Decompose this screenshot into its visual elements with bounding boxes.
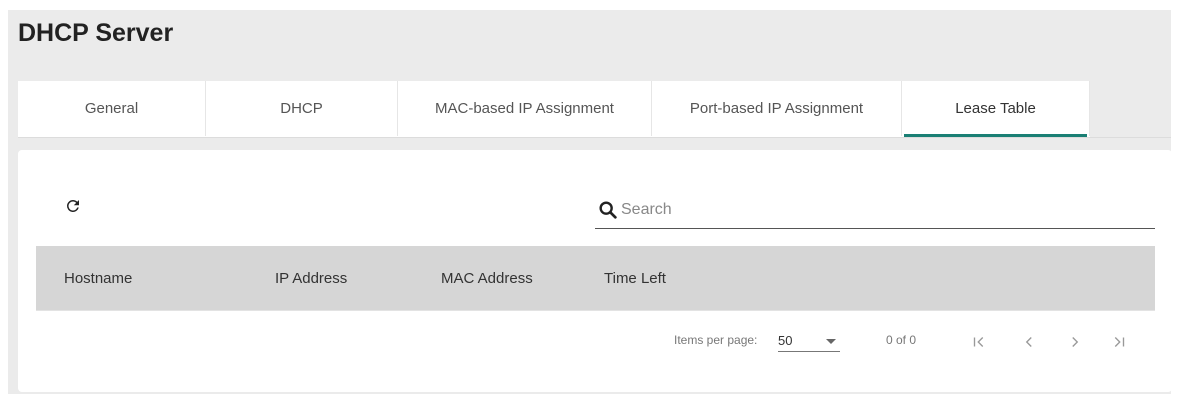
column-header-time-left[interactable]: Time Left bbox=[604, 270, 666, 287]
tabs-divider bbox=[1090, 137, 1171, 138]
tab-label: MAC-based IP Assignment bbox=[435, 100, 614, 117]
search-input[interactable] bbox=[621, 196, 1141, 224]
tab-lease-table[interactable]: Lease Table bbox=[902, 81, 1090, 137]
page-title: DHCP Server bbox=[18, 19, 174, 47]
first-page-icon bbox=[973, 337, 984, 347]
dropdown-arrow-icon bbox=[826, 339, 836, 344]
page-range-label: 0 of 0 bbox=[886, 333, 917, 347]
tab-label: Lease Table bbox=[955, 100, 1036, 117]
tab-port-based-ip-assignment[interactable]: Port-based IP Assignment bbox=[652, 81, 902, 136]
tab-label: General bbox=[84, 100, 139, 117]
tab-label: DHCP bbox=[280, 100, 323, 117]
tab-bar: General DHCP MAC-based IP Assignment Por… bbox=[18, 81, 1090, 138]
search-field[interactable] bbox=[595, 196, 1155, 229]
table-divider bbox=[36, 310, 1155, 311]
last-page-icon bbox=[1114, 337, 1125, 347]
items-per-page-label: Items per page: bbox=[674, 333, 758, 347]
tab-general[interactable]: General bbox=[18, 81, 206, 136]
column-header-hostname[interactable]: Hostname bbox=[64, 270, 132, 287]
tab-label: Port-based IP Assignment bbox=[689, 100, 864, 117]
column-header-mac-address[interactable]: MAC Address bbox=[441, 270, 533, 287]
items-per-page-select[interactable]: 50 bbox=[778, 329, 840, 352]
search-icon bbox=[599, 201, 617, 219]
tab-mac-based-ip-assignment[interactable]: MAC-based IP Assignment bbox=[398, 81, 652, 136]
next-page-button[interactable] bbox=[1063, 330, 1087, 354]
next-page-icon bbox=[1072, 337, 1079, 347]
refresh-icon bbox=[66, 199, 79, 212]
column-header-ip-address[interactable]: IP Address bbox=[275, 270, 347, 287]
refresh-button[interactable] bbox=[60, 193, 86, 219]
last-page-button[interactable] bbox=[1107, 330, 1131, 354]
tab-dhcp[interactable]: DHCP bbox=[206, 81, 398, 136]
previous-page-icon bbox=[1025, 337, 1032, 347]
first-page-button[interactable] bbox=[967, 330, 991, 354]
table-header: Hostname IP Address MAC Address Time Lef… bbox=[36, 246, 1155, 310]
previous-page-button[interactable] bbox=[1017, 330, 1041, 354]
items-per-page-value: 50 bbox=[778, 333, 793, 348]
